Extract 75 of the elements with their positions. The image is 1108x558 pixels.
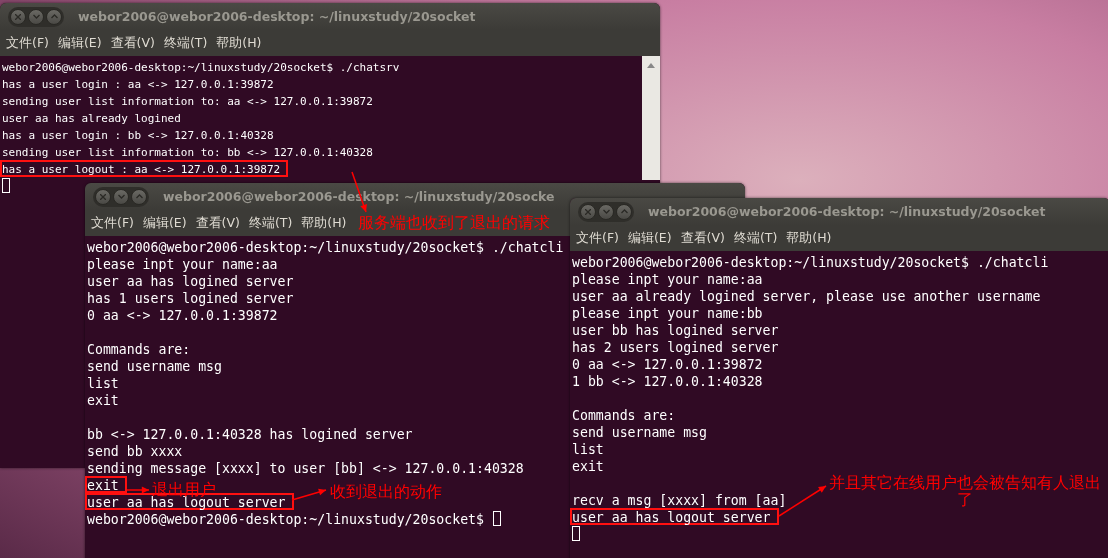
terminal-line: user aa has already logined [1, 111, 182, 126]
terminal-line: 0 aa <-> 127.0.0.1:39872 [86, 307, 279, 323]
chevron-down-icon [602, 209, 610, 214]
terminal-line: send username msg [86, 358, 223, 374]
terminal-line: please inpt your name:bb [571, 305, 764, 321]
close-icon [100, 193, 106, 200]
terminal-line: has 2 users logined server [571, 339, 780, 355]
terminal-cursor [572, 526, 580, 541]
menu-item[interactable]: 文件(F) [91, 214, 134, 232]
terminal-line: 1 bb <-> 127.0.0.1:40328 [571, 373, 764, 389]
chevron-down-icon [117, 194, 125, 199]
annotation-text: 并且其它在线用户也会被告知有人退出了 [828, 474, 1102, 508]
terminal-line: list [86, 375, 120, 391]
menu-item[interactable]: 终端(T) [248, 214, 293, 232]
minimize-button[interactable] [28, 8, 44, 25]
menu-item[interactable]: 查看(V) [110, 34, 155, 52]
terminal-line: exit [86, 392, 120, 408]
close-button[interactable] [95, 188, 111, 205]
terminal-line: send bb xxxx [86, 443, 184, 459]
terminal-line: webor2006@webor2006-desktop:~/linuxstudy/20socket$ ./chatcli [571, 254, 1050, 270]
terminal-line: send username msg [571, 424, 708, 440]
scrollbar[interactable] [642, 56, 660, 180]
chevron-up-icon [620, 209, 628, 214]
window-title: webor2006@webor2006-desktop: ~/linuxstudy/20socket [648, 204, 1046, 219]
terminal-line: sending message [xxxx] to user [bb] <-> 127.0.0.1:40328 [86, 460, 525, 476]
maximize-button[interactable] [131, 188, 147, 205]
terminal-line: please inpt your name:aa [86, 256, 279, 272]
terminal-line: sending user list information to: aa <-> 127.0.0.1:39872 [1, 94, 374, 109]
terminal-line: webor2006@webor2006-desktop:~/linuxstudy/20socket$ ./chatsrv [1, 60, 401, 75]
menu-item[interactable]: 查看(V) [680, 229, 725, 247]
menu-item[interactable]: 编辑(E) [627, 229, 672, 247]
annotation-text: 收到退出的动作 [330, 483, 442, 500]
menu-item[interactable]: 终端(T) [733, 229, 778, 247]
menu-item[interactable]: 帮助(H) [786, 229, 832, 247]
terminal-line: Commands are: [571, 407, 677, 423]
annotation-arrow [126, 486, 150, 494]
terminal-line: bb <-> 127.0.0.1:40328 has logined server [86, 426, 414, 442]
chevron-down-icon [32, 14, 40, 19]
terminal-line: 0 aa <-> 127.0.0.1:39872 [571, 356, 764, 372]
chevron-up-icon [50, 14, 58, 19]
terminal-line: recv a msg [xxxx] from [aa] [571, 492, 788, 508]
menu-item[interactable]: 文件(F) [576, 229, 619, 247]
terminal-line: user aa has logined server [86, 273, 295, 289]
menu-item[interactable]: 编辑(E) [57, 34, 102, 52]
maximize-button[interactable] [616, 203, 632, 220]
menu-item[interactable]: 查看(V) [195, 214, 240, 232]
terminal-line: user aa already logined server, please use another username [571, 288, 1042, 304]
terminal-line: user bb has logined server [571, 322, 780, 338]
terminal-line: webor2006@webor2006-desktop:~/linuxstudy/20socket$ [86, 511, 485, 527]
terminal-line: has a user login : aa <-> 127.0.0.1:39872 [1, 77, 275, 92]
terminal-line: Commands are: [86, 341, 192, 357]
terminal-line: webor2006@webor2006-desktop:~/linuxstudy/20socket$ ./chatcli [86, 239, 565, 255]
menu-item[interactable]: 编辑(E) [142, 214, 187, 232]
menu-item[interactable]: 帮助(H) [301, 214, 347, 232]
terminal-cursor [2, 178, 10, 193]
terminal-line: please inpt your name:aa [571, 271, 764, 287]
terminal-line: sending user list information to: bb <-> 127.0.0.1:40328 [1, 145, 374, 160]
close-button[interactable] [580, 203, 596, 220]
minimize-button[interactable] [598, 203, 614, 220]
close-icon [585, 208, 591, 215]
window-title: webor2006@webor2006-desktop: ~/linuxstudy/20socket [78, 9, 476, 24]
maximize-button[interactable] [46, 8, 62, 25]
terminal-line: has 1 users logined server [86, 290, 295, 306]
close-button[interactable] [10, 8, 26, 25]
menu-item[interactable]: 终端(T) [163, 34, 208, 52]
menu-item[interactable]: 帮助(H) [216, 34, 262, 52]
chevron-up-icon [135, 194, 143, 199]
terminal-line: has a user login : bb <-> 127.0.0.1:40328 [1, 128, 275, 143]
terminal-line: list [571, 441, 605, 457]
annotation-arrow [291, 488, 327, 501]
annotation-text: 服务端也收到了退出的请求 [358, 214, 550, 231]
minimize-button[interactable] [113, 188, 129, 205]
terminal-line: exit [571, 458, 605, 474]
menu-item[interactable]: 文件(F) [6, 34, 49, 52]
close-icon [15, 13, 21, 20]
